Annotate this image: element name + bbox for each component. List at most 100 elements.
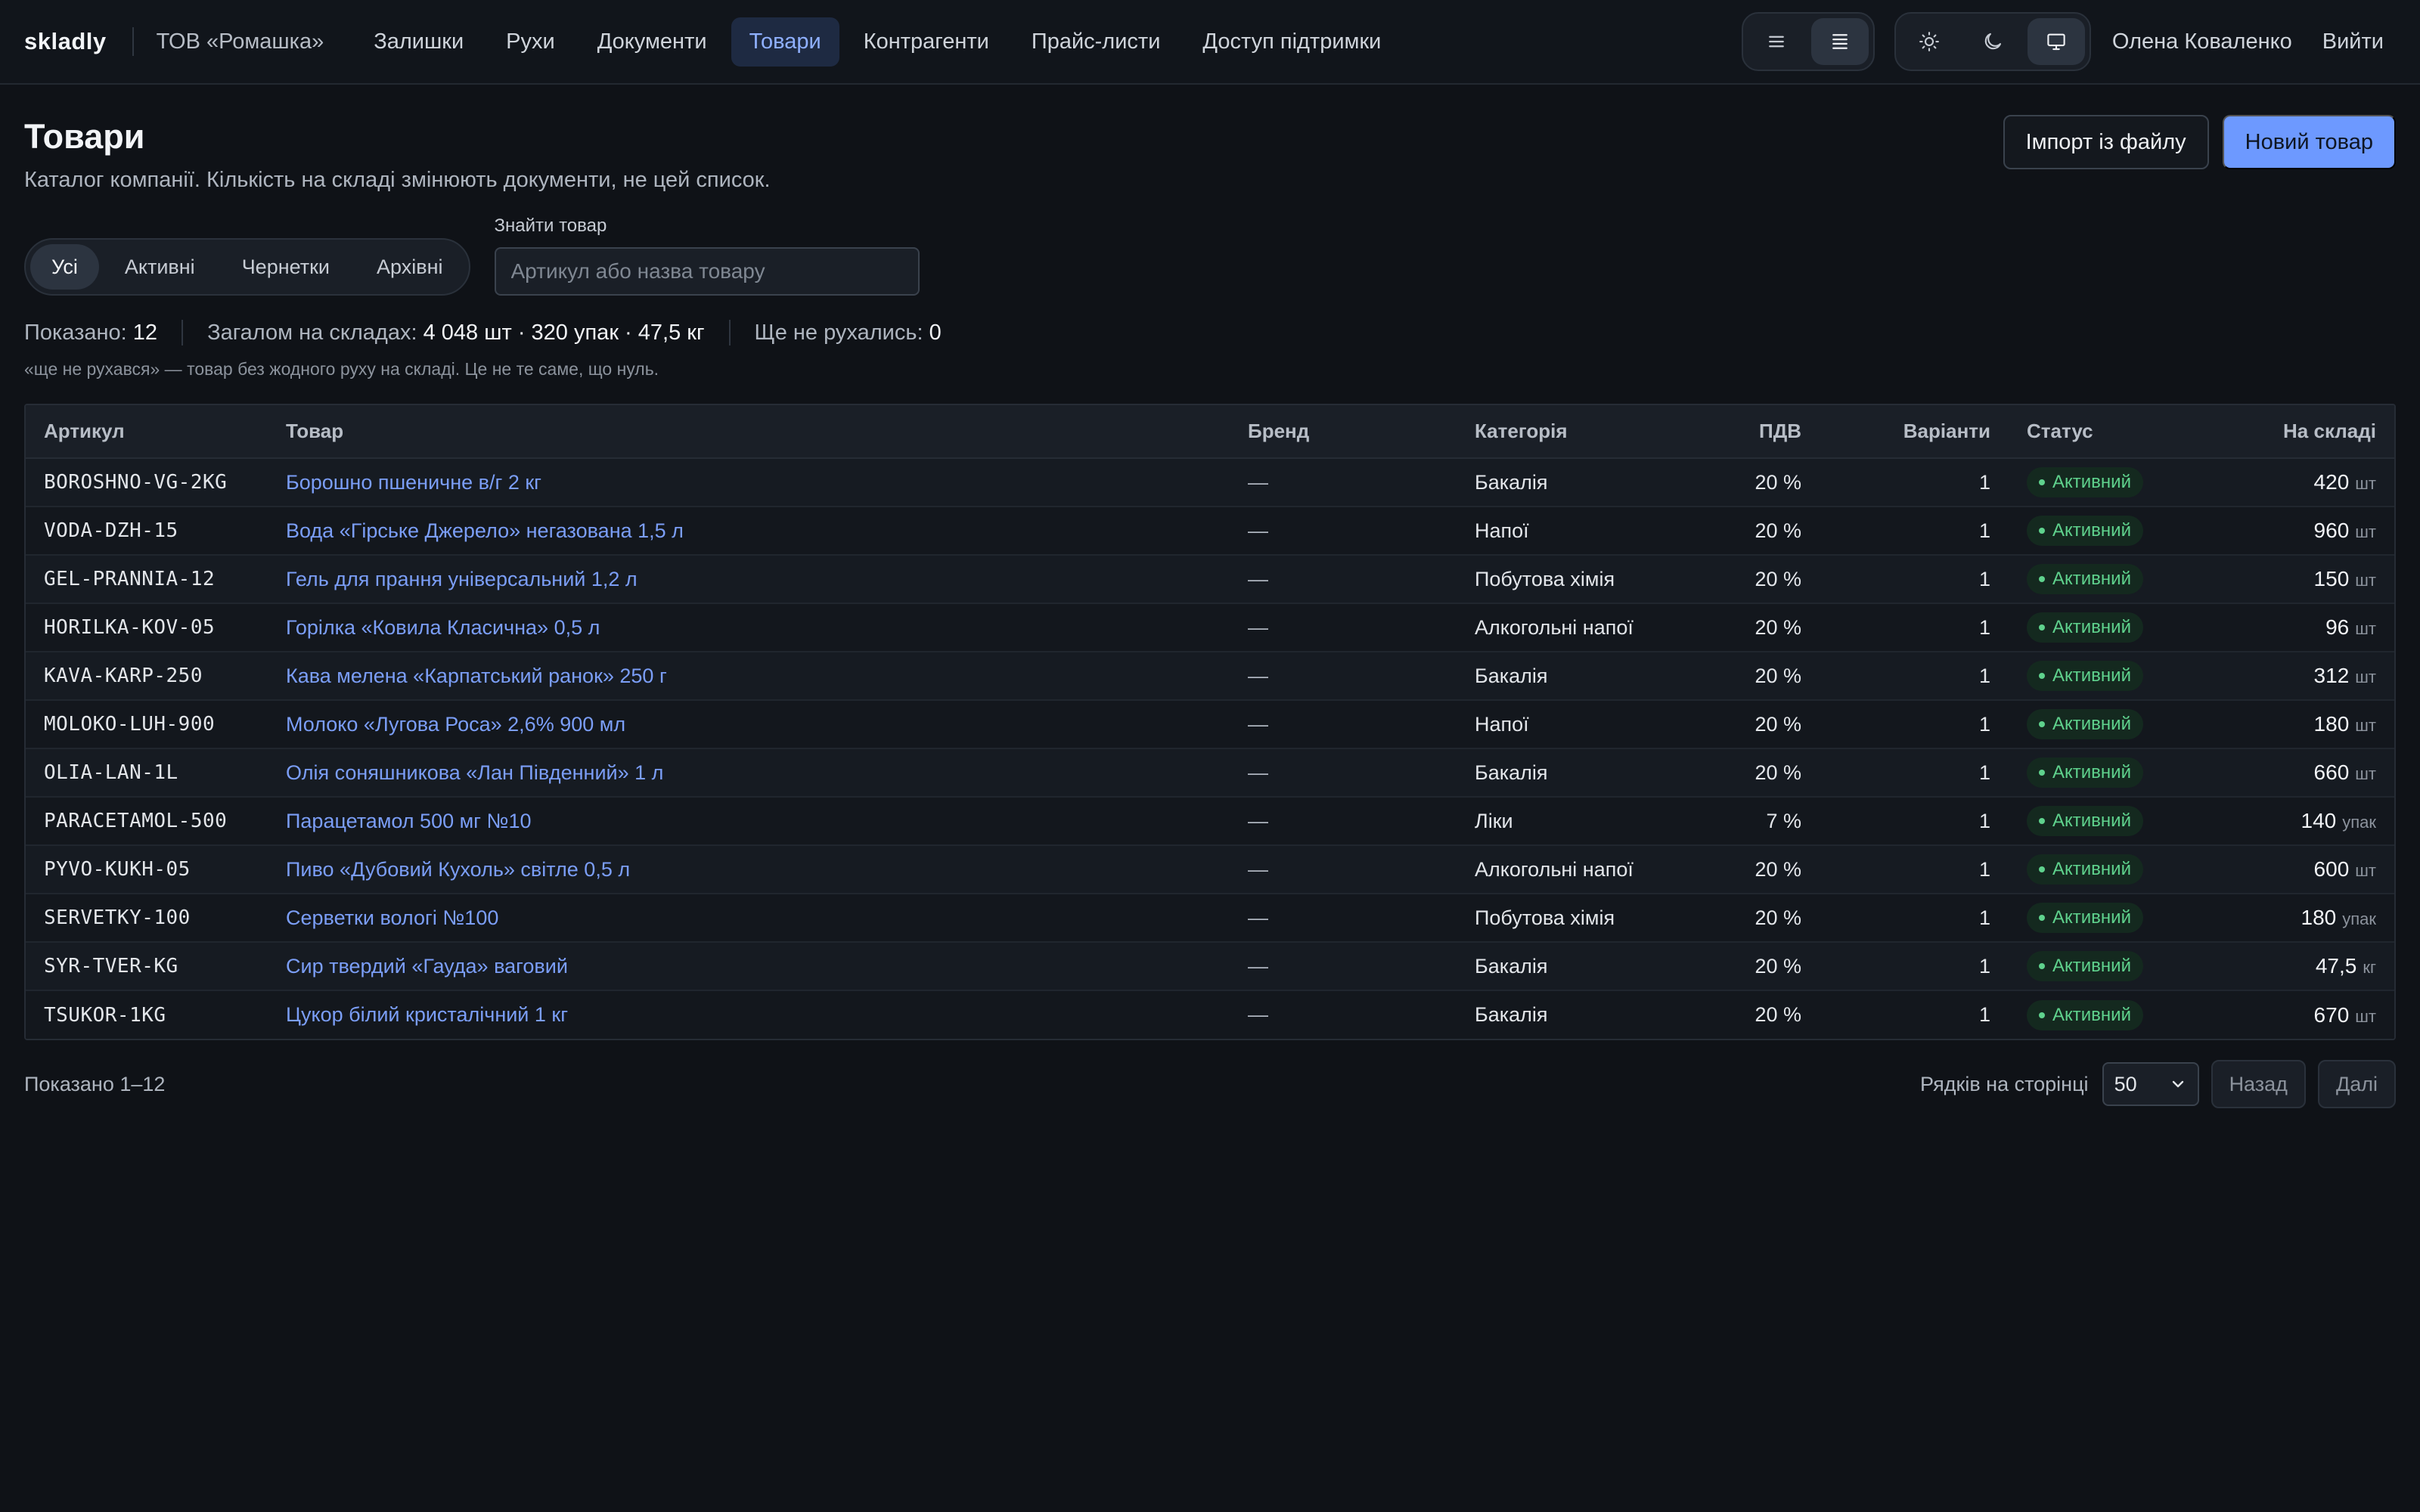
tab-drafts[interactable]: Чернетки [221, 244, 351, 290]
search-group: Знайти товар [494, 215, 920, 296]
stock-unit: шт [2355, 716, 2376, 735]
status-badge: Активний [2027, 854, 2143, 885]
rows-per-page-select[interactable]: 50 [2102, 1062, 2199, 1106]
nav-item-stock[interactable]: Залишки [355, 17, 482, 67]
product-name-link[interactable]: Борошно пшеничне в/г 2 кг [286, 471, 541, 494]
product-name-link[interactable]: Кава мелена «Карпатський ранок» 250 г [286, 665, 667, 687]
table-row[interactable]: KAVA-KARP-250 Кава мелена «Карпатський ра… [26, 652, 2394, 701]
stock-cell: 670 шт [2198, 990, 2394, 1039]
user-name[interactable]: Олена Коваленко [2112, 29, 2292, 54]
total-stock-value: 4 048 шт · 320 упак · 47,5 кг [423, 320, 705, 345]
product-name-link[interactable]: Сир твердий «Гауда» ваговий [286, 955, 568, 978]
stats-note: «ще не рухався» — товар без жодного руху… [24, 359, 659, 379]
status-cell: Активний [2009, 990, 2198, 1039]
stock-unit: кг [2363, 958, 2376, 977]
table-row[interactable]: PYVO-KUKH-05 Пиво «Дубовий Кухоль» світле… [26, 845, 2394, 894]
column-header-vat[interactable]: ПДВ [1721, 405, 1820, 459]
nav-item-products[interactable]: Товари [731, 17, 839, 67]
table-row[interactable]: SYR-TVER-KG Сир твердий «Гауда» ваговий — Б… [26, 942, 2394, 991]
table-row[interactable]: HORILKA-KOV-05 Горілка «Ковила Класична» … [26, 603, 2394, 652]
stock-quantity: 180 [2313, 712, 2350, 736]
status-cell: Активний [2009, 797, 2198, 846]
status-dot-icon [2039, 624, 2045, 631]
status-cell: Активний [2009, 845, 2198, 894]
table-row[interactable]: SERVETKY-100 Серветки вологі №100 — Побутов… [26, 894, 2394, 943]
category-cell: Напої [1457, 700, 1721, 749]
nav-item-documents[interactable]: Документи [579, 17, 725, 67]
unmoved-label: Ще не рухались: [754, 320, 923, 345]
nav-item-movements[interactable]: Рухи [488, 17, 573, 67]
column-header-brand[interactable]: Бренд [1230, 405, 1457, 459]
table-row[interactable]: GEL-PRANNIA-12 Гель для прання універсаль… [26, 555, 2394, 604]
nav-item-counterparties[interactable]: Контрагенти [845, 17, 1007, 67]
next-page-button[interactable]: Далі [2317, 1060, 2396, 1108]
company-name[interactable]: ТОВ «Ромашка» [157, 29, 324, 54]
list-dense-icon[interactable] [1810, 18, 1869, 65]
status-badge: Активний [2027, 516, 2143, 546]
vat-cell: 20 % [1721, 700, 1820, 749]
new-product-button[interactable]: Новий товар [2222, 115, 2396, 169]
product-name-link[interactable]: Пиво «Дубовий Кухоль» світле 0,5 л [286, 858, 630, 881]
sku-cell: MOLOKO-LUH-900 [26, 700, 268, 749]
table-row[interactable]: PARACETAMOL-500 Парацетамол 500 мг №10 — Лі… [26, 797, 2394, 846]
main-nav: Залишки Рухи Документи Товари Контрагент… [355, 17, 1399, 67]
column-header-sku[interactable]: Артикул [26, 405, 268, 459]
status-badge: Активний [2027, 661, 2143, 691]
status-cell: Активний [2009, 507, 2198, 556]
stock-cell: 420 шт [2198, 458, 2394, 507]
product-name-link[interactable]: Парацетамол 500 мг №10 [286, 810, 532, 832]
product-name-link[interactable]: Олія соняшникова «Лан Південний» 1 л [286, 761, 663, 784]
product-name-link[interactable]: Серветки вологі №100 [286, 906, 498, 929]
table-row[interactable]: VODA-DZH-15 Вода «Гірське Джерело» негазо… [26, 507, 2394, 556]
table-row[interactable]: TSUKOR-1KG Цукор білий кристалічний 1 кг —… [26, 990, 2394, 1039]
tab-active[interactable]: Активні [104, 244, 216, 290]
vat-cell: 20 % [1721, 894, 1820, 943]
stock-quantity: 140 [2301, 809, 2337, 832]
sku-cell: BOROSHNO-VG-2KG [26, 458, 268, 507]
product-name-link[interactable]: Гель для прання універсальний 1,2 л [286, 568, 638, 590]
product-name-link[interactable]: Горілка «Ковила Класична» 0,5 л [286, 616, 600, 639]
prev-page-button[interactable]: Назад [2211, 1060, 2306, 1108]
product-name-link[interactable]: Цукор білий кристалічний 1 кг [286, 1003, 568, 1026]
column-header-category[interactable]: Категорія [1457, 405, 1721, 459]
app-logo[interactable]: skladly [24, 28, 107, 55]
stock-unit: шт [2355, 861, 2376, 880]
logout-link[interactable]: Вийти [2322, 29, 2384, 54]
tab-archived[interactable]: Архівні [355, 244, 464, 290]
sku-cell: SYR-TVER-KG [26, 942, 268, 991]
nav-item-price-lists[interactable]: Прайс-листи [1013, 17, 1179, 67]
category-cell: Алкогольні напої [1457, 845, 1721, 894]
status-dot-icon [2039, 818, 2045, 824]
column-header-product[interactable]: Товар [268, 405, 1230, 459]
moon-icon[interactable] [1964, 18, 2021, 65]
tab-all[interactable]: Усі [30, 244, 99, 290]
status-badge: Активний [2027, 758, 2143, 788]
list-icon[interactable] [1748, 18, 1805, 65]
page-actions: Імпорт із файлу Новий товар [2003, 115, 2396, 169]
column-header-variants[interactable]: Варіанти [1820, 405, 2009, 459]
column-header-status[interactable]: Статус [2009, 405, 2198, 459]
stock-unit: шт [2355, 571, 2376, 590]
top-right-controls: Олена Коваленко Вийти [1741, 12, 2396, 71]
status-dot-icon [2039, 770, 2045, 776]
status-label: Активний [2052, 520, 2131, 541]
product-name-link[interactable]: Вода «Гірське Джерело» негазована 1,5 л [286, 519, 684, 542]
stock-unit: шт [2355, 619, 2376, 638]
nav-item-support-access[interactable]: Доступ підтримки [1184, 17, 1399, 67]
table-row[interactable]: MOLOKO-LUH-900 Молоко «Лугова Роса» 2,6% … [26, 700, 2394, 749]
table-row[interactable]: OLIA-LAN-1L Олія соняшникова «Лан Південн… [26, 748, 2394, 798]
sun-icon[interactable] [1900, 18, 1958, 65]
stock-quantity: 660 [2313, 761, 2350, 784]
status-cell: Активний [2009, 700, 2198, 749]
status-dot-icon [2039, 479, 2045, 485]
product-name-link[interactable]: Молоко «Лугова Роса» 2,6% 900 мл [286, 713, 625, 736]
search-input[interactable] [494, 247, 920, 296]
stock-unit: упак [2342, 909, 2376, 928]
rows-per-page-label: Рядків на сторінці [1920, 1072, 2089, 1095]
column-header-stock[interactable]: На складі [2198, 405, 2394, 459]
stock-cell: 47,5 кг [2198, 942, 2394, 991]
stock-cell: 96 шт [2198, 603, 2394, 652]
table-row[interactable]: BOROSHNO-VG-2KG Борошно пшеничне в/г 2 кг… [26, 458, 2394, 507]
import-file-button[interactable]: Імпорт із файлу [2003, 115, 2209, 169]
monitor-icon[interactable] [2027, 18, 2085, 65]
